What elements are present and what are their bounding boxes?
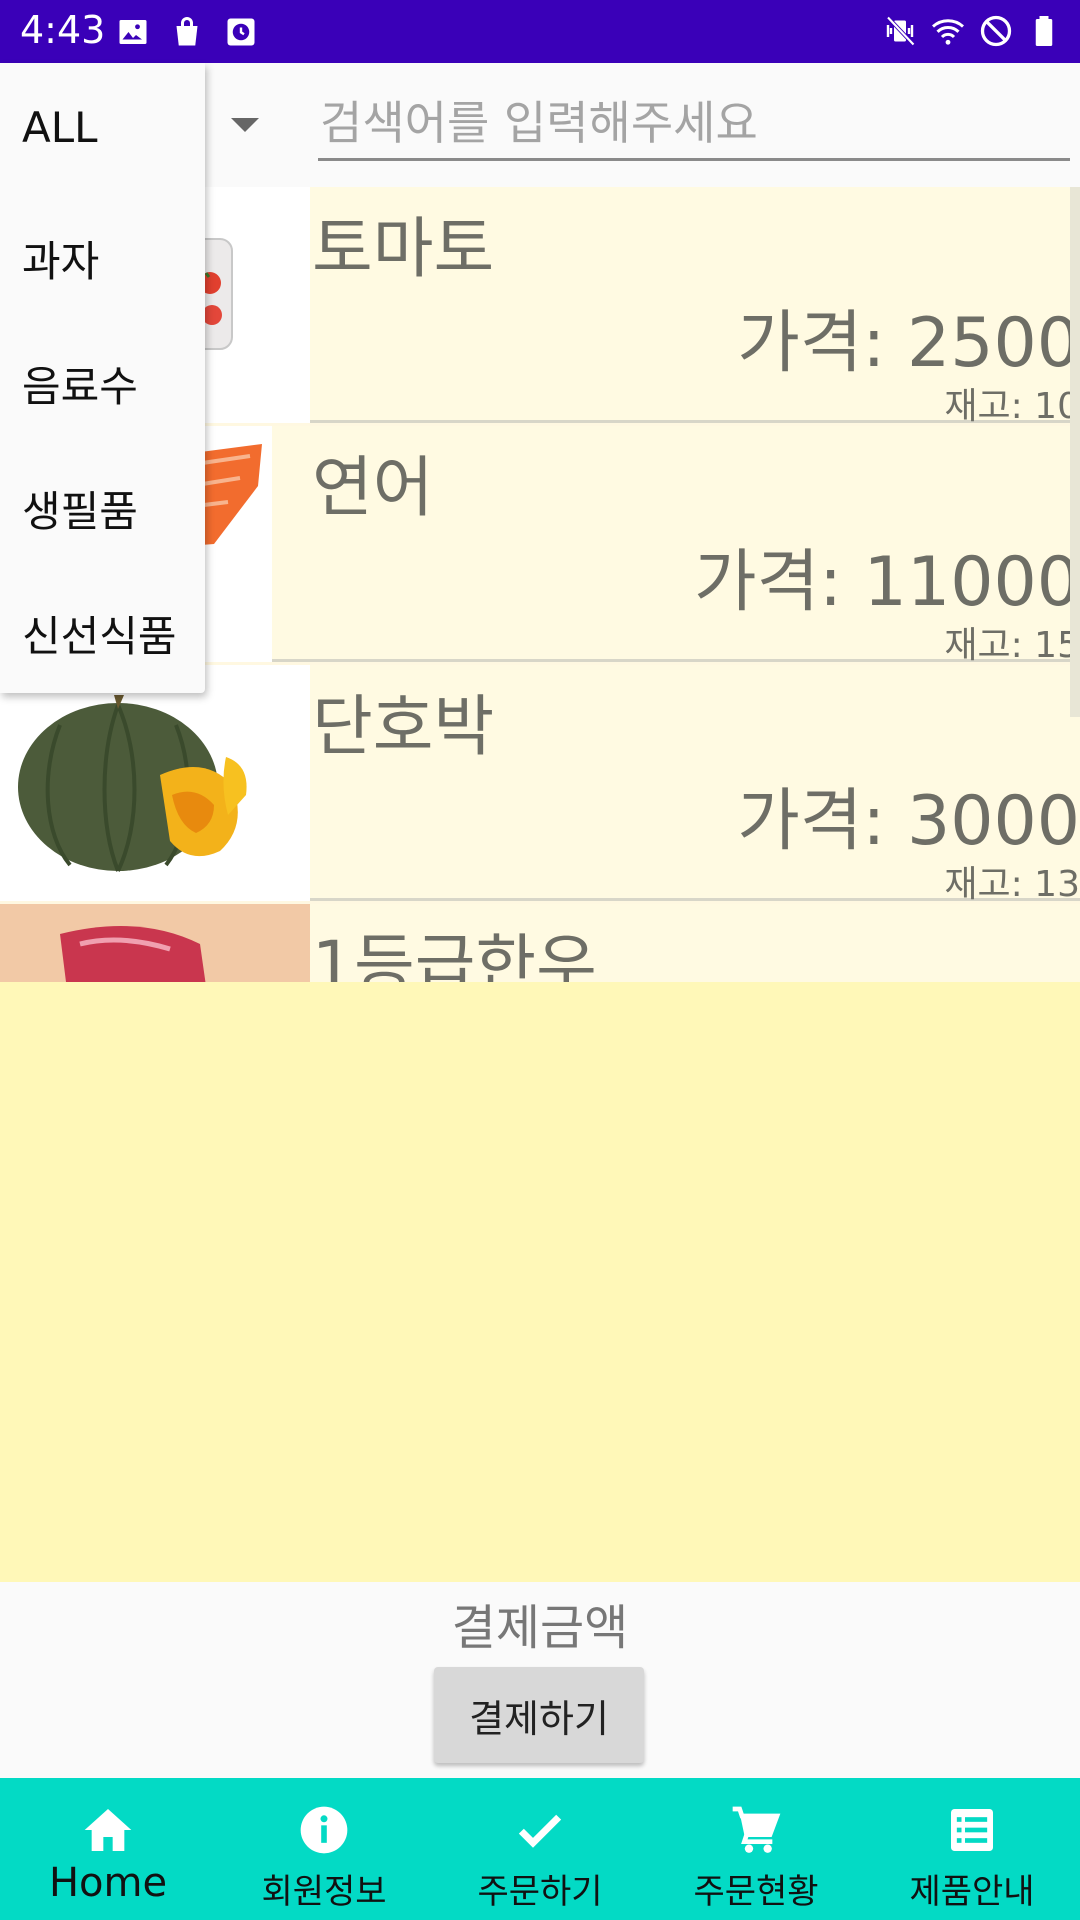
dropdown-option-all[interactable]: ALL bbox=[22, 103, 98, 152]
nav-label: Home bbox=[48, 1860, 168, 1906]
product-price: 가격: 3000 bbox=[737, 782, 1080, 861]
nav-label: 주문현황 bbox=[693, 1872, 819, 1912]
shopping-bag-icon bbox=[176, 17, 198, 46]
nav-item-member-info[interactable]: 회원정보 bbox=[216, 1778, 432, 1920]
product-row[interactable]: 1등급한우 bbox=[0, 904, 1080, 982]
product-name: 연어 bbox=[312, 449, 434, 526]
cart-icon bbox=[732, 1806, 781, 1853]
product-name: 단호박 bbox=[312, 688, 495, 765]
dropdown-option-daily-goods[interactable]: 생필품 bbox=[22, 478, 138, 539]
product-row[interactable]: 단호박 가격: 3000 재고: 13 bbox=[0, 665, 1080, 905]
chevron-down-icon[interactable] bbox=[231, 118, 259, 132]
do-not-disturb-icon bbox=[980, 15, 1012, 47]
list-scrollbar[interactable] bbox=[1070, 187, 1080, 717]
product-price: 가격: 2500 bbox=[737, 304, 1080, 383]
category-dropdown: ALL 과자 음료수 생필품 신선식품 bbox=[0, 63, 205, 693]
status-time: 4:43 bbox=[20, 8, 106, 52]
wifi-icon bbox=[932, 19, 964, 45]
list-empty-area bbox=[0, 982, 1080, 1582]
battery-icon bbox=[1035, 16, 1053, 46]
pay-button[interactable]: 결제하기 bbox=[434, 1667, 644, 1763]
product-name: 토마토 bbox=[312, 210, 495, 287]
nav-label: 제품안내 bbox=[909, 1872, 1035, 1912]
nav-label: 주문하기 bbox=[477, 1872, 603, 1912]
clock-icon bbox=[227, 18, 255, 46]
product-stock: 재고: 15 bbox=[944, 625, 1080, 666]
image-icon bbox=[119, 20, 147, 44]
product-image-beef bbox=[0, 904, 310, 982]
product-name: 1등급한우 bbox=[312, 927, 597, 982]
info-icon bbox=[300, 1806, 348, 1854]
product-price: 가격: 11000 bbox=[694, 543, 1080, 622]
list-icon bbox=[951, 1809, 993, 1851]
vibrate-mute-icon bbox=[886, 16, 915, 46]
dropdown-option-drinks[interactable]: 음료수 bbox=[22, 353, 138, 414]
product-image-kabocha bbox=[0, 665, 310, 901]
status-bar: 4:43 bbox=[0, 0, 1080, 63]
dropdown-option-fresh-food[interactable]: 신선식품 bbox=[22, 603, 177, 664]
product-stock: 재고: 10 bbox=[944, 386, 1080, 427]
dropdown-option-snacks[interactable]: 과자 bbox=[22, 228, 99, 289]
nav-item-order[interactable]: 주문하기 bbox=[432, 1778, 648, 1920]
check-icon bbox=[518, 1814, 562, 1848]
bottom-navigation: Home 회원정보 주문하기 주문현황 제품안내 bbox=[0, 1778, 1080, 1920]
nav-item-product-guide[interactable]: 제품안내 bbox=[864, 1778, 1080, 1920]
nav-item-home[interactable]: Home bbox=[0, 1778, 216, 1920]
nav-label: 회원정보 bbox=[261, 1872, 387, 1912]
payment-total-label: 결제금액 bbox=[451, 1600, 629, 1656]
nav-item-order-status[interactable]: 주문현황 bbox=[648, 1778, 864, 1920]
search-input[interactable] bbox=[318, 93, 1070, 161]
product-stock: 재고: 13 bbox=[944, 864, 1080, 905]
home-icon bbox=[84, 1809, 132, 1851]
